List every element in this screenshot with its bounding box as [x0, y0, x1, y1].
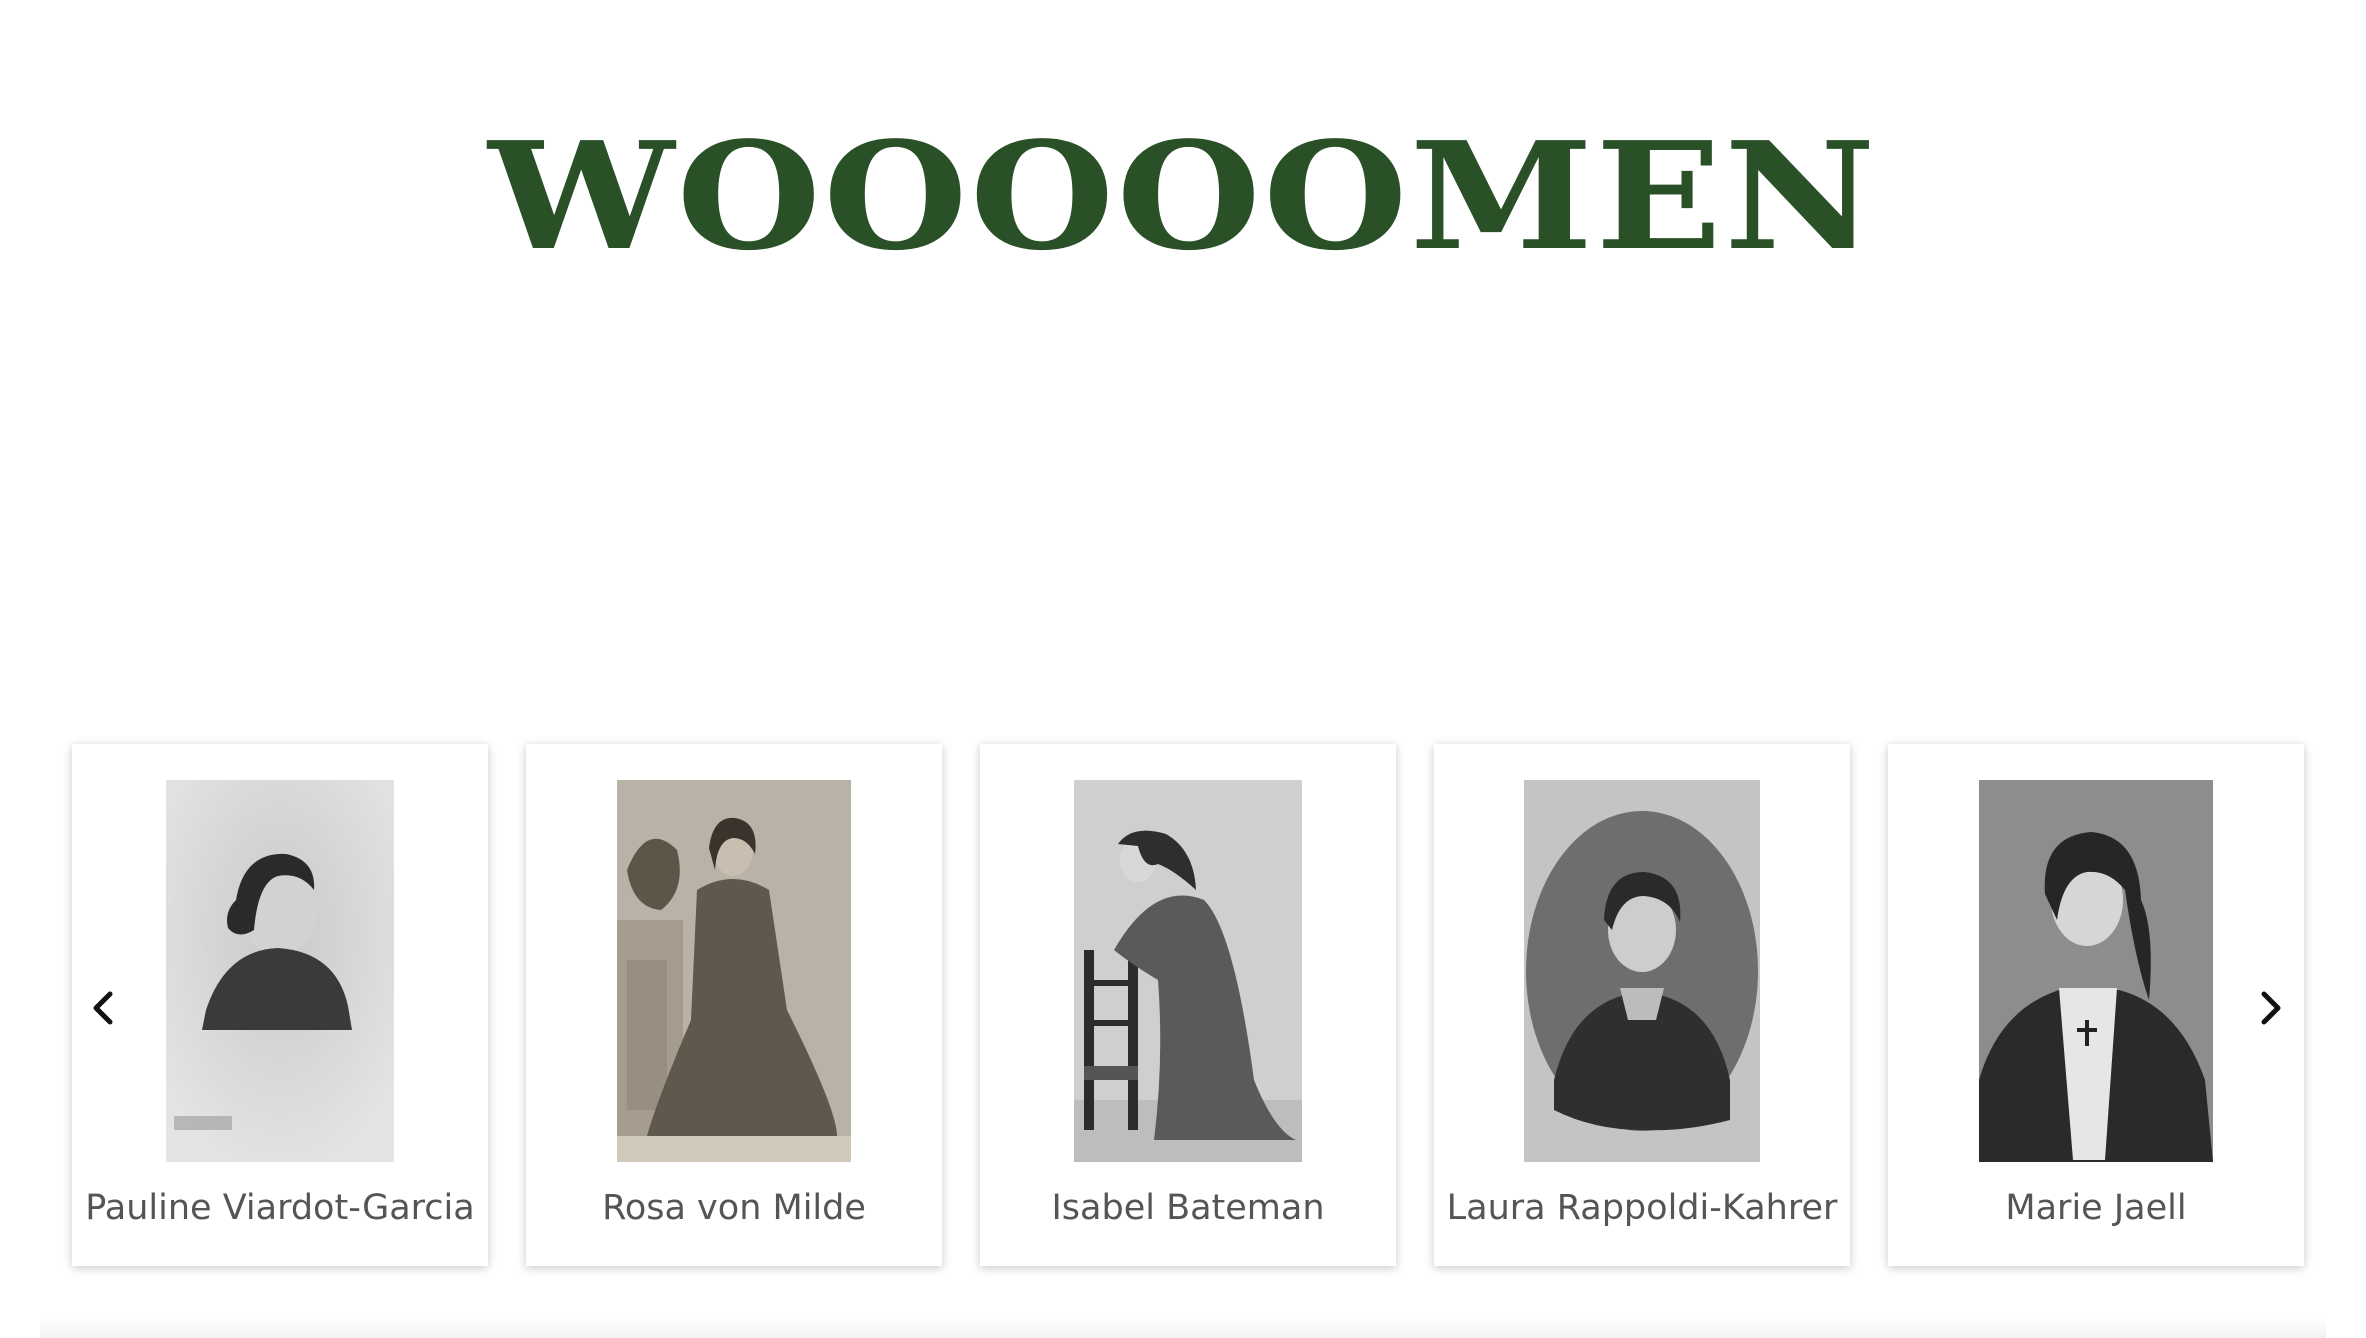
portrait-card[interactable]: Isabel Bateman [980, 744, 1396, 1266]
site-title: WOOOOOMEN [488, 109, 1878, 283]
carousel-next-button[interactable] [2252, 988, 2288, 1028]
portrait-photo [166, 780, 394, 1162]
portrait-card[interactable]: Marie Jaell [1888, 744, 2304, 1266]
portrait-caption: Isabel Bateman [1051, 1188, 1325, 1228]
portrait-card[interactable]: Pauline Viardot-Garcia [72, 744, 488, 1266]
chevron-right-icon [2261, 991, 2281, 1025]
portrait-caption: Rosa von Milde [602, 1188, 866, 1228]
page: WOOOOOMEN Pauline Viardot-Garcia Rosa vo… [0, 0, 2366, 1338]
portrait-photo [1979, 780, 2213, 1162]
portrait-carousel: Pauline Viardot-Garcia Rosa von Milde Is… [72, 744, 2304, 1268]
chevron-left-icon [93, 991, 113, 1025]
portrait-caption: Pauline Viardot-Garcia [85, 1188, 475, 1228]
portrait-photo [1074, 780, 1302, 1162]
portrait-caption: Laura Rappoldi-Kahrer [1446, 1188, 1838, 1228]
carousel-prev-button[interactable] [86, 988, 122, 1028]
section-divider [40, 1318, 2326, 1338]
portrait-photo [617, 780, 851, 1162]
portrait-caption: Marie Jaell [2005, 1188, 2187, 1228]
portrait-card[interactable]: Rosa von Milde [526, 744, 942, 1266]
portrait-card[interactable]: Laura Rappoldi-Kahrer [1434, 744, 1850, 1266]
portrait-photo [1524, 780, 1760, 1162]
